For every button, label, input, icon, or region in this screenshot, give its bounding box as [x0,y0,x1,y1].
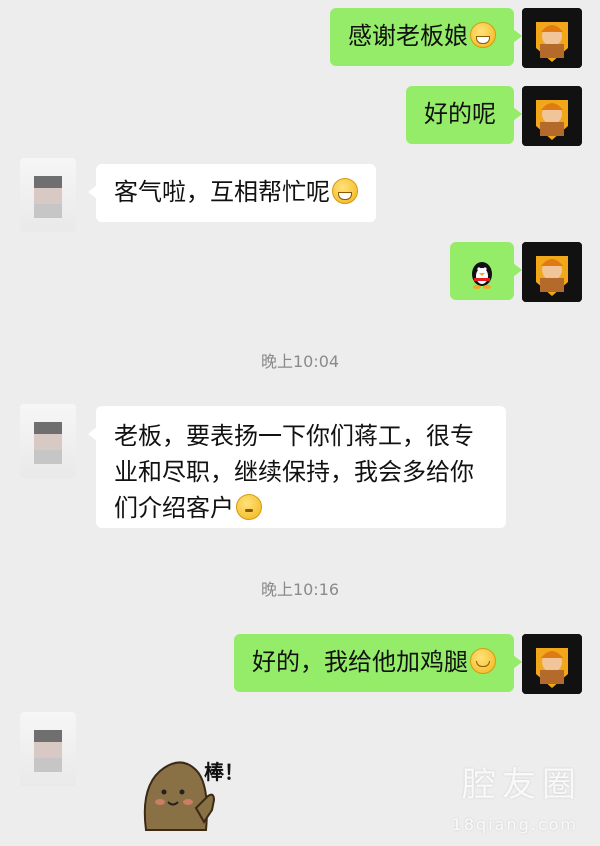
thinking-emoji-icon [236,494,262,520]
watermark-logo: 腔友圈 [462,765,582,805]
message-line: 老板，要表扬一下你们蒋工，很专 [114,422,474,450]
smile-emoji-icon [470,648,496,674]
bear-thumbs-up-sticker-icon [143,761,216,831]
avatar-self[interactable] [522,634,582,694]
sticker-message[interactable]: 棒！ [134,744,264,840]
message-line: 们介绍客户 [114,494,234,522]
message-text: 好的呢 [424,100,496,128]
avatar-other[interactable] [20,712,76,786]
timestamp: 晚上10:04 [260,352,340,371]
message-text: 客气啦，互相帮忙呢 [114,178,330,206]
pixelated-avatar-block [34,188,62,204]
message-text: 好的，我给他加鸡腿 [252,648,468,676]
timestamp: 晚上10:16 [260,580,340,599]
grin-emoji-icon [470,22,496,48]
pixelated-avatar-block [34,730,62,742]
avatar-self[interactable] [522,86,582,146]
pixelated-avatar-block [34,434,62,450]
avatar-other[interactable] [20,158,76,232]
pixelated-avatar-block [34,742,62,758]
message-bubble-other[interactable]: 客气啦，互相帮忙呢 [88,164,376,222]
pixelated-avatar-block [34,422,62,434]
pixelated-avatar-block [34,176,62,188]
message-bubble-self[interactable]: 感谢老板娘 [330,8,522,66]
pixelated-avatar-block [34,204,62,218]
grin-emoji-icon [332,178,358,204]
avatar-self[interactable] [522,8,582,68]
message-text: 感谢老板娘 [348,22,468,50]
message-bubble-self[interactable]: 好的呢 [406,86,522,144]
avatar-self[interactable] [522,242,582,302]
worker-avatar-icon [522,86,582,146]
message-line: 业和尽职，继续保持，我会多给你 [114,458,474,486]
worker-avatar-icon [522,8,582,68]
avatar-other[interactable] [20,404,76,478]
watermark-url: 18qiang.com [451,815,578,834]
message-bubble-self[interactable]: 好的，我给他加鸡腿 [234,634,522,692]
message-bubble-other[interactable]: 老板，要表扬一下你们蒋工，很专 业和尽职，继续保持，我会多给你 们介绍客户 [88,406,506,528]
pixelated-avatar-block [34,758,62,772]
worker-avatar-icon [522,634,582,694]
sticker-caption: 棒！ [204,760,244,784]
message-bubble-self[interactable] [450,242,522,300]
penguin-sticker-icon [472,262,492,289]
worker-avatar-icon [522,242,582,302]
pixelated-avatar-block [34,450,62,464]
